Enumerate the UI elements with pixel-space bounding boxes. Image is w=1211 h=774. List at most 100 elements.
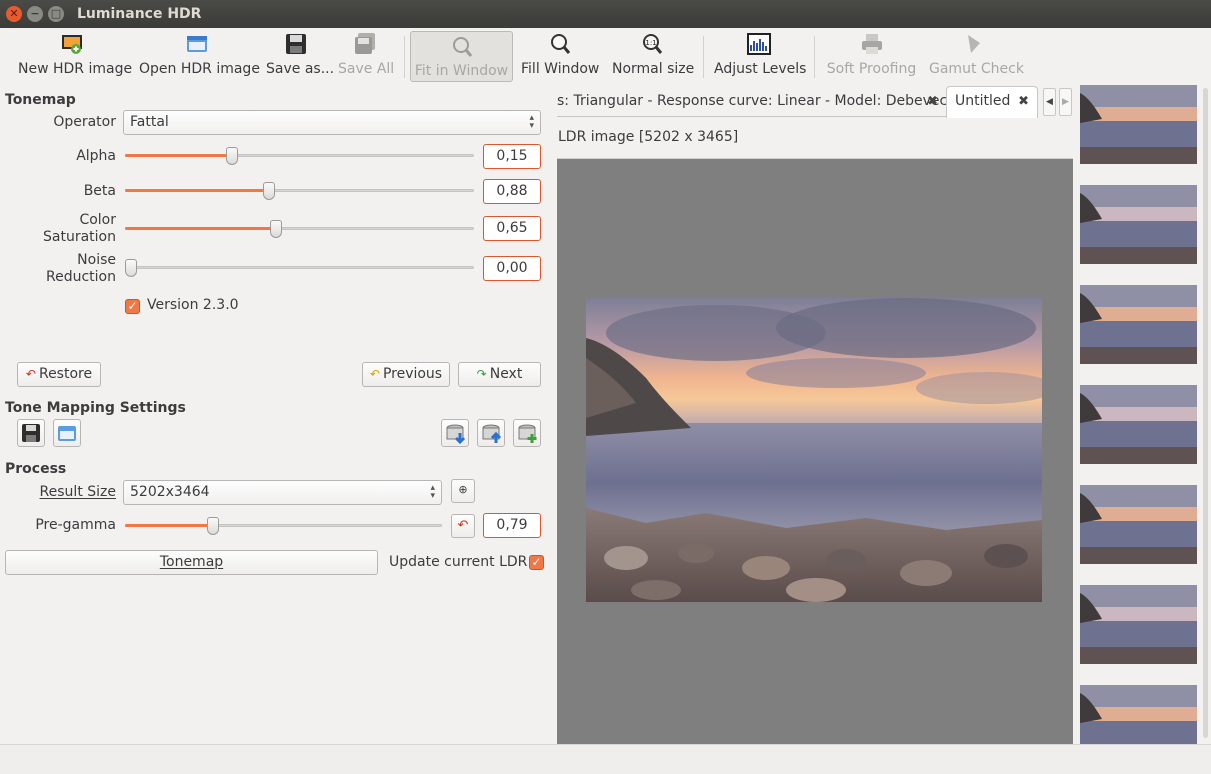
maximize-window-button[interactable]: □ xyxy=(48,6,64,22)
tab-untitled[interactable]: Untitled ✖ xyxy=(946,86,1038,118)
save-all-icon xyxy=(355,33,375,54)
alpha-label: Alpha xyxy=(76,148,116,164)
zoom-original-icon: 1:1 xyxy=(642,34,662,54)
fill-window-button[interactable]: Fill Window xyxy=(521,32,599,82)
toolbar-separator xyxy=(404,36,405,78)
update-ldr-checkbox[interactable]: ✓ xyxy=(529,555,544,570)
result-size-select[interactable]: 5202x3464 ▴ ▾ xyxy=(123,480,442,505)
operator-select[interactable]: Fattal ▴ ▾ xyxy=(123,110,541,135)
noise-reduction-label: Noise Reduction xyxy=(46,252,116,285)
add-size-button[interactable]: ⊕ xyxy=(451,479,475,503)
tone-mapping-settings-heading: Tone Mapping Settings xyxy=(5,400,186,416)
adjust-levels-button[interactable]: Adjust Levels xyxy=(714,32,806,82)
status-bar xyxy=(0,744,1211,774)
open-hdr-icon xyxy=(186,36,207,52)
new-hdr-icon xyxy=(62,35,82,54)
slider-handle[interactable] xyxy=(125,259,137,277)
undo-icon: ↶ xyxy=(457,518,469,533)
pregamma-slider[interactable] xyxy=(125,516,442,536)
soft-proofing-button[interactable]: Soft Proofing xyxy=(826,32,917,82)
printer-icon xyxy=(861,34,882,54)
reset-pregamma-button[interactable]: ↶ xyxy=(451,514,475,538)
normal-size-button[interactable]: 1:1 Normal size xyxy=(612,32,694,82)
fit-in-window-button[interactable]: Fit in Window xyxy=(410,31,513,82)
zoom-fill-icon xyxy=(551,34,571,54)
tab-scroll-left-button[interactable]: ◀ xyxy=(1043,88,1056,116)
minimize-window-button[interactable]: − xyxy=(27,6,43,22)
slider-handle[interactable] xyxy=(226,147,238,165)
database-download-icon xyxy=(446,424,466,445)
alpha-slider[interactable] xyxy=(125,146,474,166)
load-settings-button[interactable] xyxy=(53,419,81,447)
save-to-database-button[interactable] xyxy=(477,419,505,447)
beta-slider[interactable] xyxy=(125,181,474,201)
image-viewer[interactable] xyxy=(557,158,1073,744)
save-icon xyxy=(286,34,306,54)
alpha-spinbox[interactable]: 0,15 xyxy=(483,144,541,169)
tonemap-panel: Tonemap Operator Fattal ▴ ▾ Alpha 0,15 Be… xyxy=(0,84,552,744)
tab-scroll-right-button[interactable]: ▶ xyxy=(1059,88,1072,116)
slider-handle[interactable] xyxy=(263,182,275,200)
database-add-icon xyxy=(518,424,537,443)
version-label: Version 2.3.0 xyxy=(147,297,239,313)
open-hdr-button[interactable]: Open HDR image xyxy=(139,32,260,82)
updown-arrow-icon: ▴ ▾ xyxy=(529,113,534,131)
tonemapped-image[interactable] xyxy=(586,298,1042,602)
scrollbar-thumb[interactable] xyxy=(1203,88,1208,738)
preview-thumbnail[interactable] xyxy=(1080,485,1197,564)
result-size-label: Result Size xyxy=(39,484,116,500)
color-saturation-slider[interactable] xyxy=(125,219,474,239)
new-hdr-button[interactable]: New HDR image xyxy=(18,32,132,82)
plus-circle-icon: ⊕ xyxy=(458,483,468,496)
levels-icon xyxy=(746,33,771,55)
gamut-check-button[interactable]: Gamut Check xyxy=(929,32,1024,82)
preview-thumbnail[interactable] xyxy=(1080,685,1197,744)
window-title: Luminance HDR xyxy=(77,6,202,22)
noise-reduction-slider[interactable] xyxy=(125,258,474,278)
update-ldr-label: Update current LDR xyxy=(389,554,528,570)
pregamma-label: Pre-gamma xyxy=(35,517,116,533)
save-settings-button[interactable] xyxy=(17,419,45,447)
svg-text:1:1: 1:1 xyxy=(645,39,656,47)
save-icon xyxy=(22,424,40,442)
close-tab-icon[interactable]: ✖ xyxy=(927,94,938,109)
gamut-icon xyxy=(967,35,980,53)
close-tab-icon[interactable]: ✖ xyxy=(1018,94,1029,109)
pregamma-spinbox[interactable]: 0,79 xyxy=(483,513,541,538)
slider-handle[interactable] xyxy=(270,220,282,238)
updown-arrow-icon: ▴ ▾ xyxy=(430,483,435,501)
tonemap-heading: Tonemap xyxy=(5,92,76,108)
undo-icon: ↶ xyxy=(25,367,36,381)
preview-scrollbar[interactable] xyxy=(1200,84,1211,744)
slider-handle[interactable] xyxy=(207,517,219,535)
save-all-button[interactable]: Save All xyxy=(338,32,394,82)
tab-hdr[interactable]: s: Triangular - Response curve: Linear -… xyxy=(557,86,946,117)
toolbar-separator xyxy=(703,36,704,78)
tonemap-button[interactable]: Tonemap xyxy=(5,550,378,575)
title-bar: ✕ − □ Luminance HDR xyxy=(0,0,1211,28)
preview-thumbnail[interactable] xyxy=(1080,385,1197,464)
ldr-image-label: LDR image [5202 x 3465] xyxy=(558,129,739,145)
preview-thumbnail[interactable] xyxy=(1080,85,1197,164)
save-as-button[interactable]: Save as... xyxy=(266,32,334,82)
panel-splitter[interactable] xyxy=(552,84,556,744)
toolbar-separator xyxy=(814,36,815,78)
close-window-button[interactable]: ✕ xyxy=(6,6,22,22)
preview-thumbnail[interactable] xyxy=(1080,185,1197,264)
preview-thumbnail[interactable] xyxy=(1080,285,1197,364)
process-heading: Process xyxy=(5,461,67,477)
restore-button[interactable]: ↶ Restore xyxy=(17,362,101,387)
noise-reduction-spinbox[interactable]: 0,00 xyxy=(483,256,541,281)
version-checkbox[interactable]: ✓ xyxy=(125,299,140,314)
back-arrow-icon: ↶ xyxy=(369,367,380,381)
load-from-database-button[interactable] xyxy=(441,419,469,447)
add-to-database-button[interactable] xyxy=(513,419,541,447)
previous-button[interactable]: ↶ Previous xyxy=(362,362,450,387)
color-saturation-label: Color Saturation xyxy=(43,212,116,245)
preview-thumbnail[interactable] xyxy=(1080,585,1197,664)
color-saturation-spinbox[interactable]: 0,65 xyxy=(483,216,541,241)
seascape-photo xyxy=(586,298,1042,602)
beta-spinbox[interactable]: 0,88 xyxy=(483,179,541,204)
open-icon xyxy=(58,426,76,441)
next-button[interactable]: ↷ Next xyxy=(458,362,541,387)
